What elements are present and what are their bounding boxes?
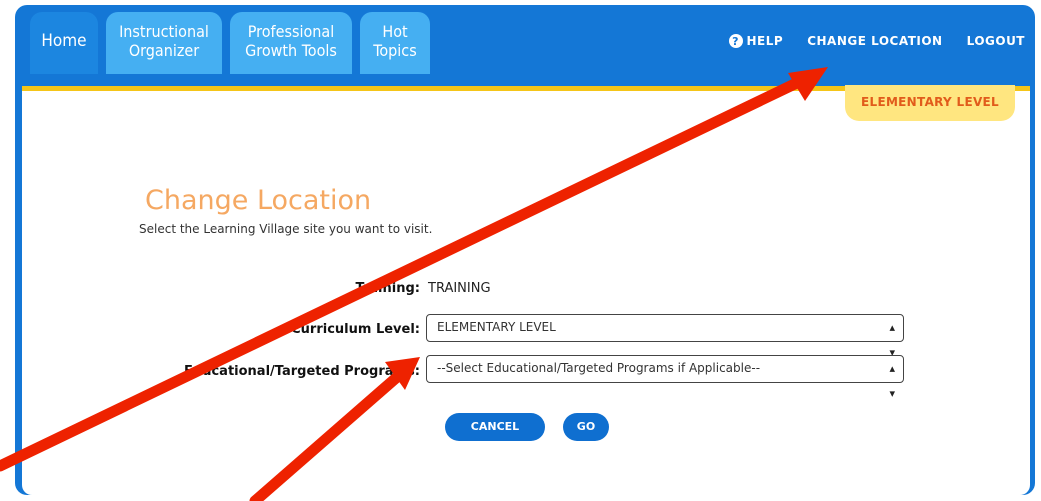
tab-label-line2: Growth Tools [245, 41, 337, 60]
cancel-button[interactable]: CANCEL [445, 413, 545, 441]
logout-link[interactable]: LOGOUT [967, 34, 1025, 48]
page-subtitle: Select the Learning Village site you wan… [139, 222, 433, 236]
curriculum-level-label: Curriculum Level: [291, 322, 420, 337]
tab-label-line1: Instructional [119, 22, 209, 41]
tab-instructional-organizer[interactable]: Instructional Organizer [106, 12, 222, 74]
tab-professional-growth-tools[interactable]: Professional Growth Tools [230, 12, 352, 74]
training-label: Training: [355, 281, 420, 296]
go-button[interactable]: GO [563, 413, 609, 441]
curriculum-level-select[interactable]: ELEMENTARY LEVEL ▴ ▾ [426, 314, 904, 359]
tab-home[interactable]: Home [30, 12, 98, 74]
tab-home-label: Home [41, 31, 87, 51]
change-location-link[interactable]: CHANGE LOCATION [807, 34, 942, 48]
tab-label-line1: Hot [382, 22, 408, 41]
tab-label-line2: Organizer [128, 41, 200, 60]
top-nav: ? HELP CHANGE LOCATION LOGOUT [728, 34, 1025, 48]
programs-label: Educational/Targeted Programs: [184, 364, 420, 379]
training-value: TRAINING [428, 281, 491, 296]
tab-hot-topics[interactable]: Hot Topics [360, 12, 430, 74]
help-link[interactable]: HELP [747, 34, 784, 48]
tab-label-line1: Professional [247, 22, 335, 41]
select-arrows-icon: ▴ ▾ [889, 362, 895, 400]
help-icon[interactable]: ? [728, 34, 743, 48]
programs-select[interactable]: --Select Educational/Targeted Programs i… [426, 355, 904, 400]
tab-label-line2: Topics [373, 41, 417, 60]
level-badge: ELEMENTARY LEVEL [845, 85, 1015, 121]
curriculum-level-value: ELEMENTARY LEVEL [437, 320, 556, 334]
page-title: Change Location [145, 185, 372, 216]
programs-placeholder: --Select Educational/Targeted Programs i… [437, 361, 761, 375]
